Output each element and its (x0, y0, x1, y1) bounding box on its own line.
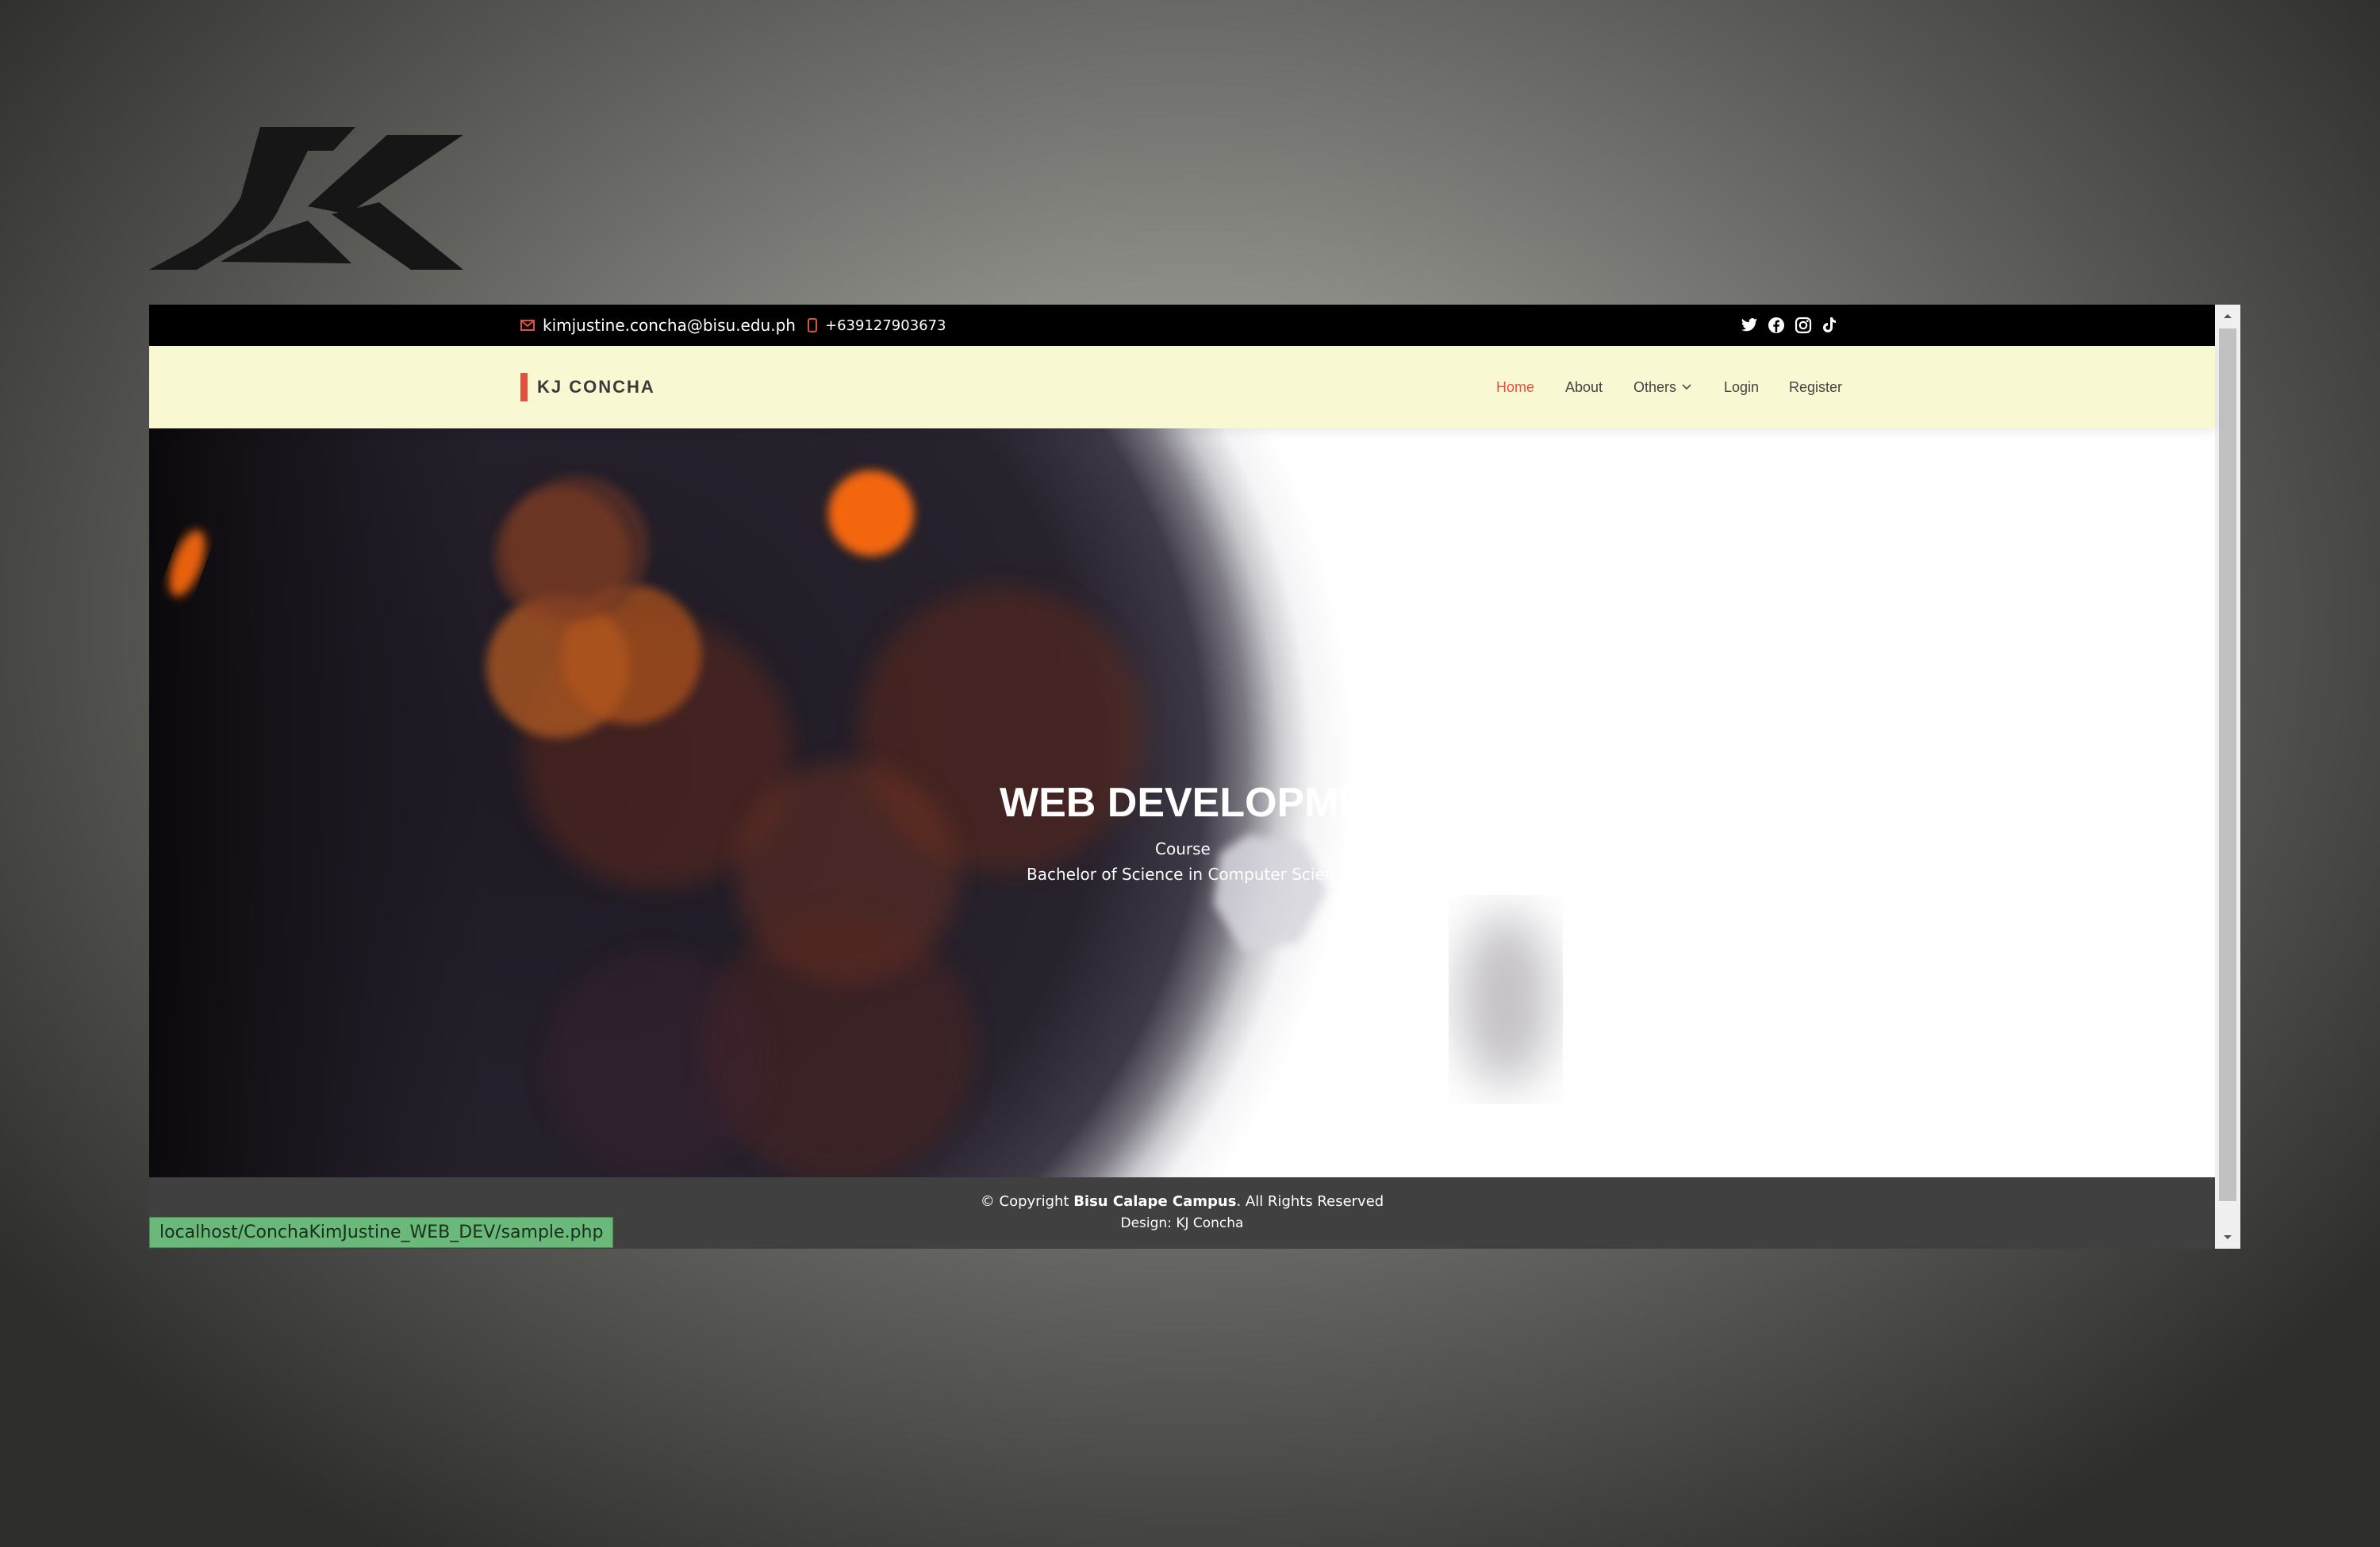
main-navbar: KJ CONCHA Home About Others Login Regist… (149, 346, 2215, 428)
copyright-owner: Bisu Calape Campus (1073, 1193, 1237, 1210)
contact-email-text: kimjustine.concha@bisu.edu.ph (543, 316, 796, 335)
nav-others-label: Others (1633, 378, 1677, 395)
contact-phone-text: +639127903673 (825, 317, 946, 334)
instagram-icon[interactable] (1795, 317, 1812, 334)
tiktok-icon[interactable] (1821, 317, 1837, 334)
scroll-up-arrow-icon[interactable] (2215, 305, 2240, 327)
phone-icon (808, 318, 817, 332)
nav-about-label: About (1565, 378, 1603, 395)
hero-banner: WEB DEVELOPMENT Course Bachelor of Scien… (149, 428, 2215, 1177)
vertical-scrollbar[interactable] (2215, 305, 2240, 1249)
top-contact-bar: kimjustine.concha@bisu.edu.ph +639127903… (149, 305, 2215, 346)
contact-phone[interactable]: +639127903673 (808, 305, 946, 346)
nav-others-dropdown[interactable]: Others (1633, 346, 1692, 428)
contact-email[interactable]: kimjustine.concha@bisu.edu.ph (520, 305, 796, 346)
nav-login[interactable]: Login (1724, 346, 1759, 428)
link-status-bar: localhost/ConchaKimJustine_WEB_DEV/sampl… (149, 1217, 614, 1248)
jk-logo-icon (149, 127, 463, 270)
nav-login-label: Login (1724, 378, 1760, 395)
nav-register-label: Register (1789, 378, 1843, 395)
nav-register[interactable]: Register (1789, 346, 1842, 428)
social-links (1741, 305, 1837, 346)
chevron-down-icon (1681, 383, 1692, 391)
scrollbar-thumb[interactable] (2219, 328, 2236, 1201)
brand-accent-bar (520, 373, 528, 401)
facebook-icon[interactable] (1768, 317, 1785, 334)
footer-copyright: © Copyright Bisu Calape Campus. All Righ… (149, 1193, 2215, 1210)
brand-logo[interactable]: KJ CONCHA (520, 346, 655, 428)
hero-subtitle-degree: Bachelor of Science in Computer Science (1027, 865, 1353, 884)
envelope-icon (520, 320, 535, 331)
hero-subtitle-course: Course (1155, 839, 1211, 858)
copyright-suffix: . All Rights Reserved (1236, 1193, 1384, 1210)
copyright-prefix: © Copyright (980, 1193, 1069, 1210)
twitter-icon[interactable] (1741, 317, 1758, 333)
browser-viewport: kimjustine.concha@bisu.edu.ph +639127903… (149, 305, 2240, 1249)
nav-home[interactable]: Home (1496, 346, 1534, 428)
nav-home-label: Home (1496, 378, 1535, 395)
hero-title: WEB DEVELOPMENT (1000, 780, 1422, 826)
nav-about[interactable]: About (1565, 346, 1603, 428)
scroll-down-arrow-icon[interactable] (2215, 1226, 2240, 1249)
brand-name: KJ CONCHA (537, 377, 655, 397)
